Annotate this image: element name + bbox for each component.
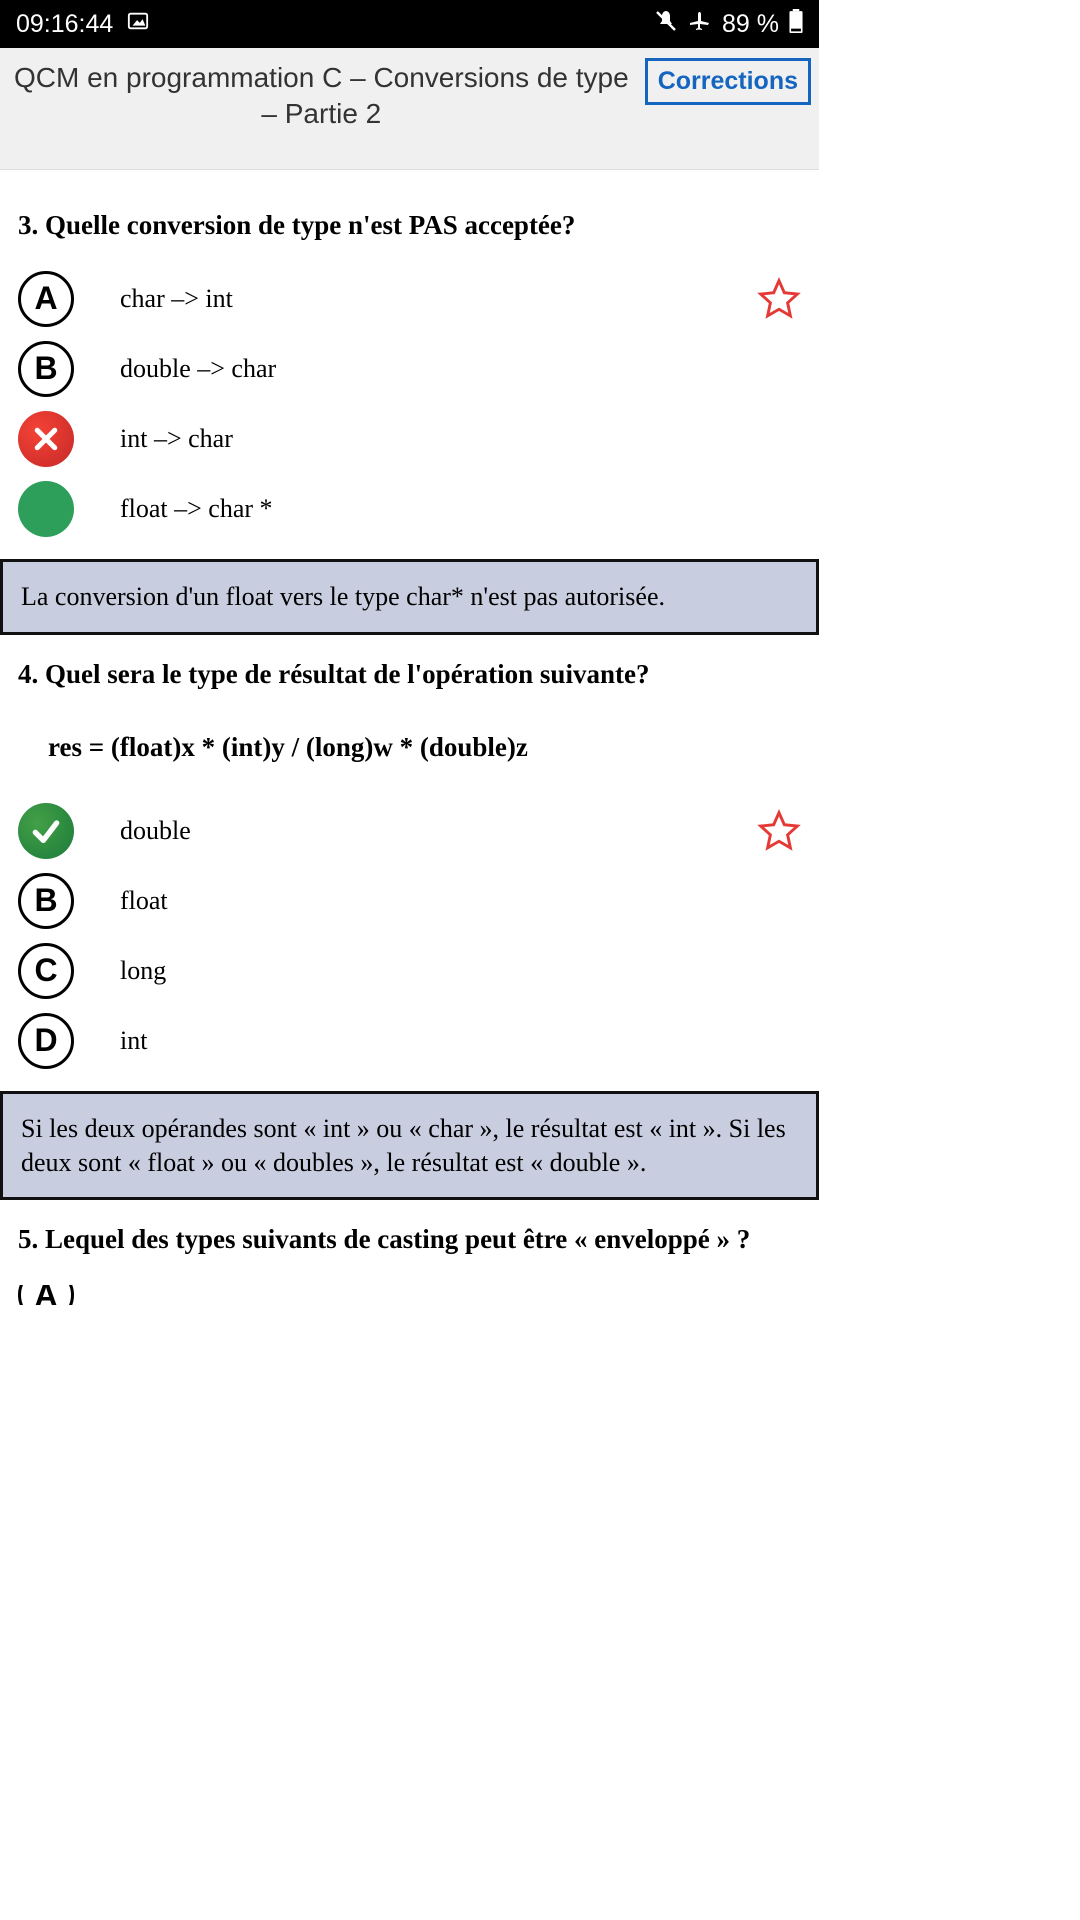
- status-right: 89 %: [654, 9, 803, 40]
- correct-icon[interactable]: [18, 481, 74, 537]
- status-bar: 09:16:44 89 %: [0, 0, 819, 48]
- content: 3. Quelle conversion de type n'est PAS a…: [0, 170, 819, 1306]
- favorite-button[interactable]: [757, 277, 801, 321]
- choice-row[interactable]: float –> char *: [18, 481, 801, 537]
- favorite-button[interactable]: [757, 809, 801, 853]
- choice-bubble-c[interactable]: C: [18, 943, 74, 999]
- question-prompt: 3. Quelle conversion de type n'est PAS a…: [18, 208, 801, 243]
- question-prompt: 4. Quel sera le type de résultat de l'op…: [18, 657, 801, 692]
- explanation-box: La conversion d'un float vers le type ch…: [0, 559, 819, 635]
- choice-text: int –> char: [120, 424, 233, 454]
- choice-bubble-a[interactable]: A: [18, 1285, 74, 1305]
- status-left: 09:16:44: [16, 10, 149, 39]
- page-header: QCM en programmation C – Conversions de …: [0, 48, 819, 170]
- choice-text: float –> char *: [120, 494, 273, 524]
- choice-list: A: [18, 1285, 801, 1305]
- choice-letter: A: [34, 1285, 57, 1305]
- question-number: 4.: [18, 659, 38, 689]
- choice-letter: C: [34, 952, 57, 989]
- battery-icon: [789, 9, 803, 40]
- picture-icon: [127, 10, 149, 39]
- question-number: 3.: [18, 210, 38, 240]
- choice-text: float: [120, 886, 168, 916]
- choice-row[interactable]: A char –> int: [18, 271, 801, 327]
- mute-icon: [654, 9, 678, 40]
- choice-text: int: [120, 1026, 147, 1056]
- choice-list: A char –> int B double –> char int –> ch…: [18, 271, 801, 537]
- choice-letter: B: [34, 350, 57, 387]
- choice-bubble-b[interactable]: B: [18, 873, 74, 929]
- choice-text: double –> char: [120, 354, 276, 384]
- question-text: Quelle conversion de type n'est PAS acce…: [45, 210, 575, 240]
- choice-row[interactable]: C long: [18, 943, 801, 999]
- page-title: QCM en programmation C – Conversions de …: [8, 58, 635, 133]
- question-code: res = (float)x * (int)y / (long)w * (dou…: [48, 732, 801, 763]
- choice-text: double: [120, 816, 191, 846]
- choice-letter: D: [34, 1022, 57, 1059]
- choice-list: double B float C long D int: [18, 803, 801, 1069]
- choice-letter: B: [34, 882, 57, 919]
- corrections-button[interactable]: Corrections: [645, 58, 811, 105]
- choice-text: long: [120, 956, 166, 986]
- choice-row[interactable]: B double –> char: [18, 341, 801, 397]
- question-text: Lequel des types suivants de casting peu…: [45, 1224, 750, 1254]
- choice-row[interactable]: B float: [18, 873, 801, 929]
- choice-text: char –> int: [120, 284, 233, 314]
- choice-bubble-b[interactable]: B: [18, 341, 74, 397]
- choice-row[interactable]: A: [18, 1285, 801, 1305]
- status-time: 09:16:44: [16, 10, 113, 39]
- correct-check-icon[interactable]: [18, 803, 74, 859]
- choice-row[interactable]: D int: [18, 1013, 801, 1069]
- choice-bubble-d[interactable]: D: [18, 1013, 74, 1069]
- choice-bubble-a[interactable]: A: [18, 271, 74, 327]
- wrong-icon[interactable]: [18, 411, 74, 467]
- choice-row[interactable]: double: [18, 803, 801, 859]
- choice-letter: A: [34, 280, 57, 317]
- choice-row[interactable]: int –> char: [18, 411, 801, 467]
- battery-pct: 89 %: [722, 10, 779, 39]
- airplane-icon: [688, 9, 712, 40]
- question-text: Quel sera le type de résultat de l'opéra…: [45, 659, 649, 689]
- question-number: 5.: [18, 1224, 38, 1254]
- question-prompt: 5. Lequel des types suivants de casting …: [18, 1222, 801, 1257]
- explanation-box: Si les deux opérandes sont « int » ou « …: [0, 1091, 819, 1201]
